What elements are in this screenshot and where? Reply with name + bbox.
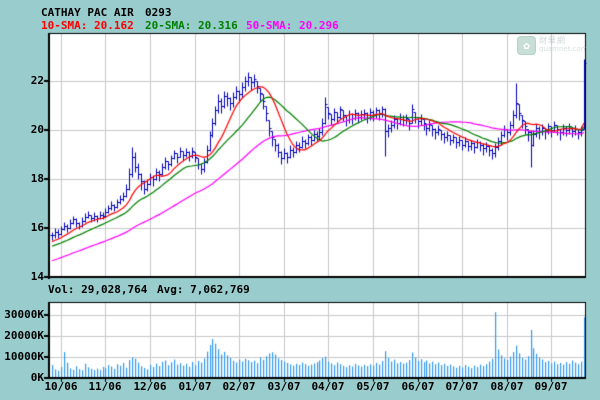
average-volume-value: Avg: 7,062,769 [157,283,250,296]
volume-tick-label: 30000K [4,308,44,321]
chart-canvas [0,0,600,400]
watermark-name: 財華網 [539,36,566,45]
date-tick-label: 02/07 [222,380,256,393]
watermark: ✿ 財華網 quamnet.com [517,36,588,55]
watermark-text: 財華網 quamnet.com [539,36,588,53]
volume-tick-label: 10000K [4,350,44,363]
price-tick-label: 20 [30,123,44,136]
watermark-domain: quamnet.com [539,45,588,53]
date-tick-label: 06/07 [401,380,435,393]
stock-code: 0293 [145,6,172,19]
stock-chart-screen: CATHAY PAC AIR 0293 10-SMA: 20.162 20-SM… [0,0,600,400]
quamnet-logo-icon: ✿ [517,36,536,55]
price-tick-label: 14 [30,270,44,283]
date-tick-label: 08/07 [490,380,524,393]
date-tick-label: 01/07 [178,380,212,393]
volume-value: Vol: 29,028,764 [48,283,148,296]
stock-name: CATHAY PAC AIR [41,6,134,19]
price-tick-label: 22 [30,74,44,87]
legend-item-sma50: 50-SMA: 20.296 [246,19,339,32]
price-tick-label: 18 [30,172,44,185]
legend-item-sma10: 10-SMA: 20.162 [41,19,134,32]
volume-tick-label: 0K [30,371,44,384]
date-tick-label: 04/07 [311,380,345,393]
date-tick-label: 12/06 [133,380,167,393]
legend-item-sma20: 20-SMA: 20.316 [145,19,238,32]
date-tick-label: 03/07 [267,380,301,393]
date-tick-label: 07/07 [445,380,479,393]
date-tick-label: 09/07 [534,380,568,393]
volume-tick-label: 20000K [4,329,44,342]
date-tick-label: 05/07 [356,380,390,393]
date-tick-label: 11/06 [88,380,122,393]
price-tick-label: 16 [30,221,44,234]
date-tick-label: 10/06 [44,380,78,393]
